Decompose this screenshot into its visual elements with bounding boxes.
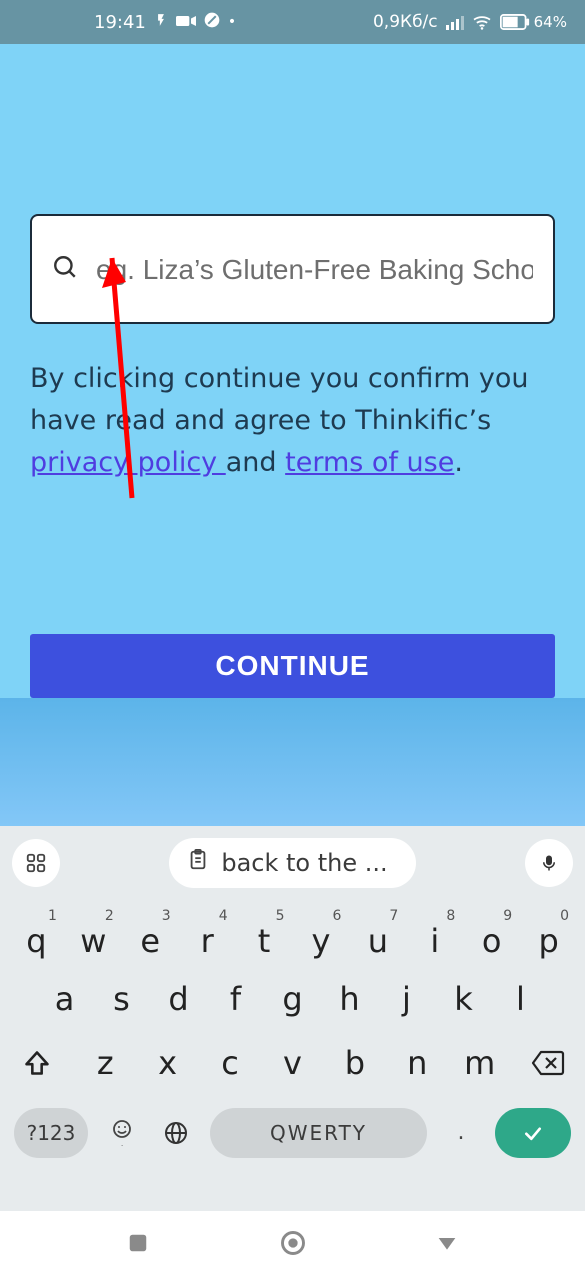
backspace-key[interactable] <box>519 1038 577 1088</box>
continue-button[interactable]: CONTINUE <box>30 634 555 698</box>
soft-keyboard: back to the ... q1w2e3r4t5y6u7i8o9p0 asd… <box>0 826 585 1211</box>
key-t[interactable]: t5 <box>236 922 293 960</box>
key-a[interactable]: a <box>36 980 93 1018</box>
android-status-bar: 19:41 • 0,9Кб/с 64% <box>0 0 585 44</box>
key-q[interactable]: q1 <box>8 922 65 960</box>
terms-disclaimer: By clicking continue you confirm you hav… <box>30 358 555 484</box>
keyboard-row-2: asdfghjkl <box>8 980 577 1018</box>
key-y[interactable]: y6 <box>293 922 350 960</box>
key-m[interactable]: m <box>449 1044 511 1082</box>
key-c[interactable]: c <box>199 1044 261 1082</box>
battery-percentage: 64 <box>534 13 553 31</box>
emoji-key[interactable]: , <box>102 1108 142 1158</box>
battery-indicator: 64% <box>500 13 567 31</box>
period-key[interactable]: . <box>441 1108 481 1158</box>
keyboard-row-1: q1w2e3r4t5y6u7i8o9p0 <box>8 922 577 960</box>
bolt-icon <box>154 12 168 33</box>
keyboard-row-4: ?123 , QWERTY . <box>8 1108 577 1158</box>
key-b[interactable]: b <box>324 1044 386 1082</box>
key-s[interactable]: s <box>93 980 150 1018</box>
notification-dot-icon: • <box>228 15 236 29</box>
key-h[interactable]: h <box>321 980 378 1018</box>
key-w[interactable]: w2 <box>65 922 122 960</box>
wifi-icon <box>472 14 492 30</box>
keyboard-voice-button[interactable] <box>525 839 573 887</box>
search-icon <box>52 254 78 284</box>
symbols-key[interactable]: ?123 <box>14 1108 88 1158</box>
key-i[interactable]: i8 <box>406 922 463 960</box>
key-g[interactable]: g <box>264 980 321 1018</box>
shift-key[interactable] <box>8 1038 66 1088</box>
keyboard-apps-button[interactable] <box>12 839 60 887</box>
key-n[interactable]: n <box>386 1044 448 1082</box>
search-field-container[interactable] <box>30 214 555 324</box>
app-content: By clicking continue you confirm you hav… <box>0 44 585 698</box>
battery-pct-suffix: % <box>553 13 567 31</box>
signal-icon <box>446 14 464 30</box>
nav-home-button[interactable] <box>276 1226 310 1260</box>
key-v[interactable]: v <box>261 1044 323 1082</box>
keyboard-suggestion-chip[interactable]: back to the ... <box>169 838 415 888</box>
key-d[interactable]: d <box>150 980 207 1018</box>
key-r[interactable]: r4 <box>179 922 236 960</box>
disclaimer-text-3: . <box>454 447 463 478</box>
status-left: 19:41 • <box>94 12 236 33</box>
disclaimer-text-1: By clicking continue you confirm you hav… <box>30 363 529 436</box>
key-e[interactable]: e3 <box>122 922 179 960</box>
key-j[interactable]: j <box>378 980 435 1018</box>
disclaimer-text-2: and <box>226 447 285 478</box>
school-name-input[interactable] <box>96 252 533 287</box>
key-p[interactable]: p0 <box>520 922 577 960</box>
dnd-icon <box>204 12 220 33</box>
keyboard-suggestion-row: back to the ... <box>0 826 585 896</box>
key-k[interactable]: k <box>435 980 492 1018</box>
space-key[interactable]: QWERTY <box>210 1108 427 1158</box>
svg-text:,: , <box>120 1136 124 1146</box>
enter-key[interactable] <box>495 1108 571 1158</box>
key-x[interactable]: x <box>136 1044 198 1082</box>
nav-recent-button[interactable] <box>121 1226 155 1260</box>
key-l[interactable]: l <box>492 980 549 1018</box>
status-right: 0,9Кб/с 64% <box>373 12 567 32</box>
key-z[interactable]: z <box>74 1044 136 1082</box>
key-f[interactable]: f <box>207 980 264 1018</box>
gradient-strip <box>0 698 585 826</box>
status-time: 19:41 <box>94 12 146 33</box>
status-data-rate: 0,9Кб/с <box>373 12 438 32</box>
video-icon <box>176 12 196 33</box>
nav-back-button[interactable] <box>430 1226 464 1260</box>
key-o[interactable]: o9 <box>463 922 520 960</box>
terms-of-use-link[interactable]: terms of use <box>285 447 454 478</box>
language-key[interactable] <box>156 1108 196 1158</box>
privacy-policy-link[interactable]: privacy policy <box>30 447 226 478</box>
keyboard-row-3: zxcvbnm <box>8 1038 577 1088</box>
android-nav-bar <box>0 1211 585 1275</box>
keyboard-suggestion-text: back to the ... <box>221 849 387 877</box>
key-u[interactable]: u7 <box>349 922 406 960</box>
clipboard-icon <box>187 848 209 878</box>
